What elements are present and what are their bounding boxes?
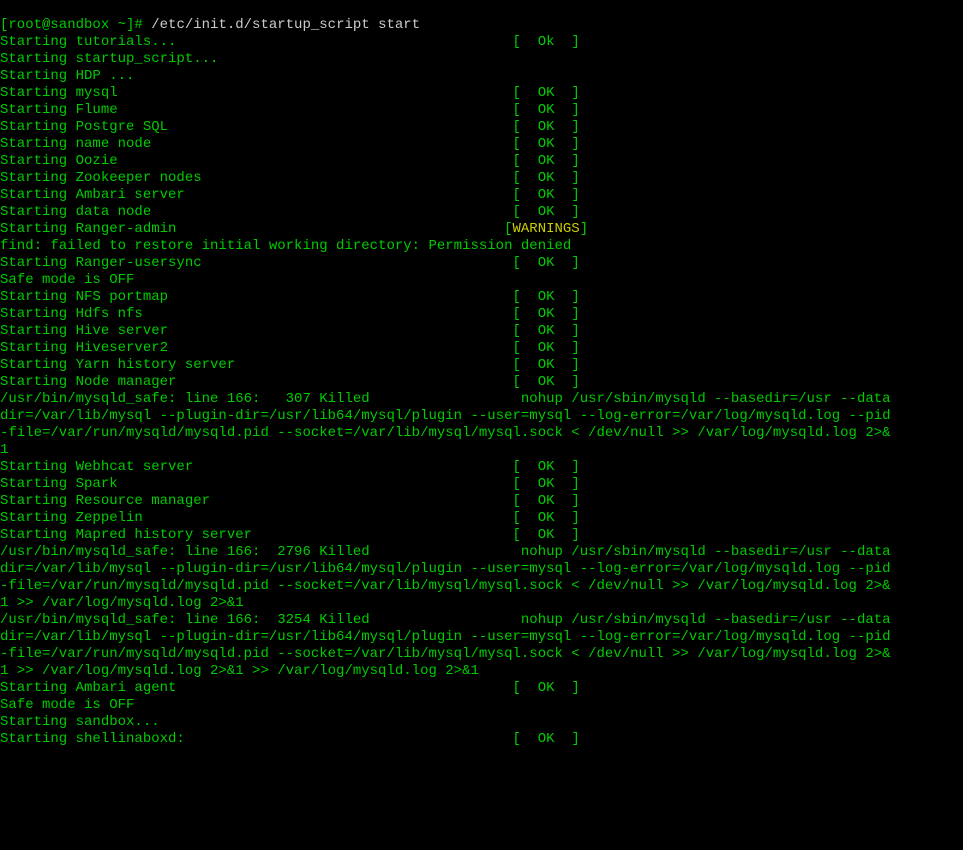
terminal-output: [root@sandbox ~]# /etc/init.d/startup_sc…	[0, 17, 963, 748]
prompt-line[interactable]: [root@sandbox ~]# /etc/init.d/startup_sc…	[0, 17, 420, 33]
